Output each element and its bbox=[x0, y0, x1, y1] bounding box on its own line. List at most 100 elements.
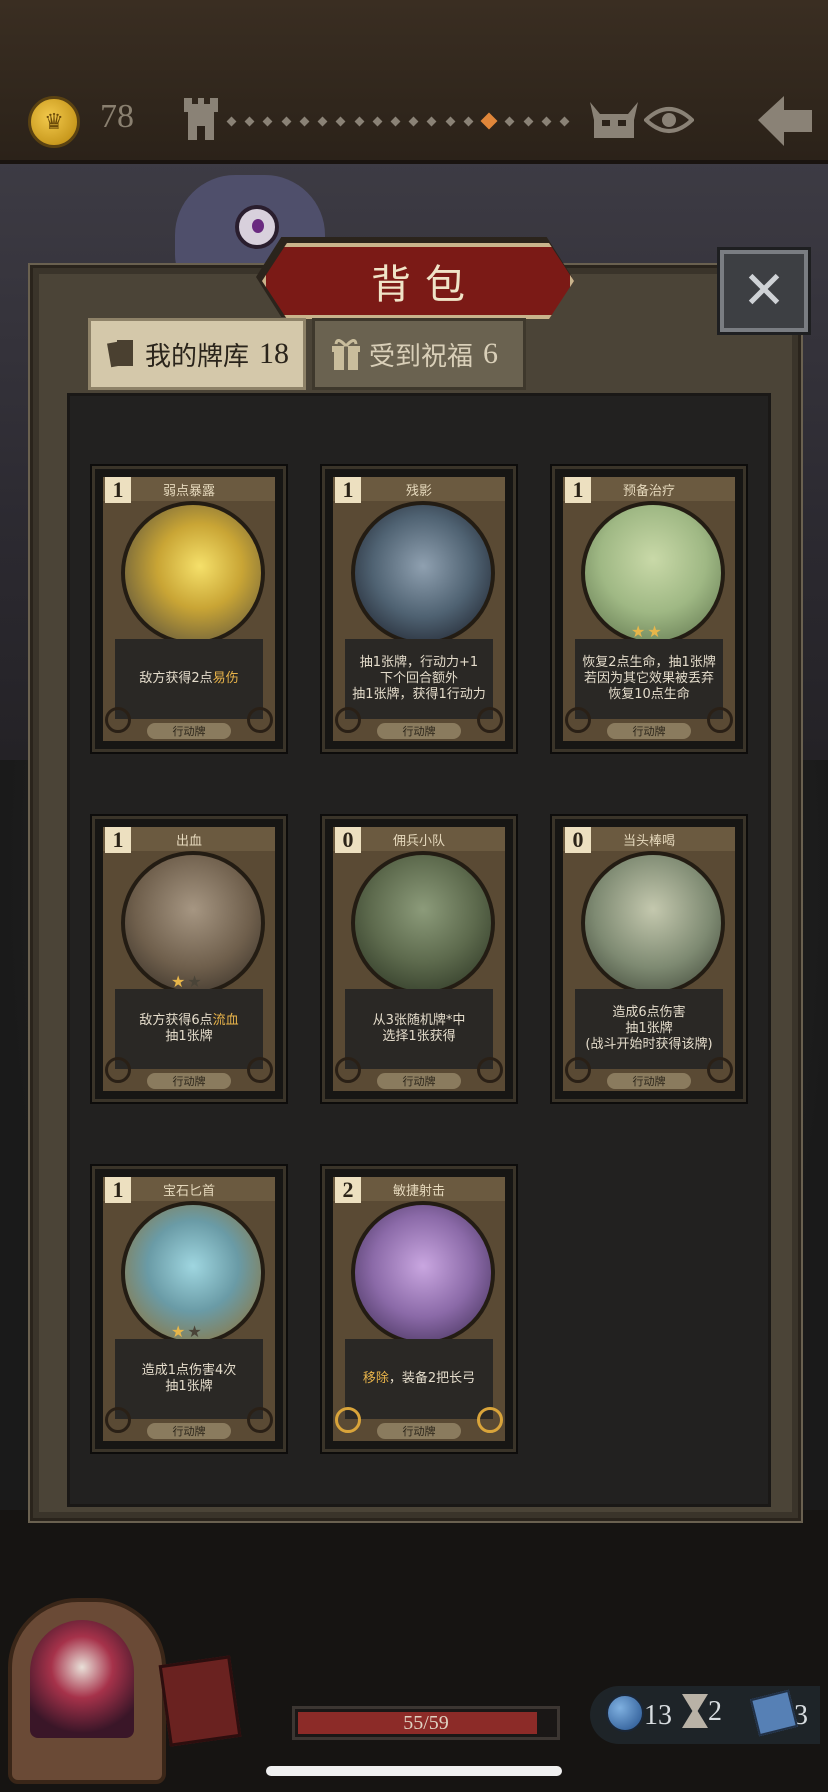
desc-text: 抽1张牌 bbox=[165, 1379, 213, 1394]
card-corner-ornament bbox=[105, 1057, 131, 1083]
hourglass-icon bbox=[682, 1694, 708, 1728]
card[interactable]: 敏捷射击 2 移除，装备2把长弓 行动牌 bbox=[322, 1166, 516, 1452]
map-node-current bbox=[480, 112, 498, 130]
deck-counter[interactable]: 3 bbox=[749, 1689, 808, 1737]
back-arrow-icon[interactable] bbox=[756, 94, 814, 148]
map-node bbox=[390, 116, 401, 126]
card-corner-ornament bbox=[105, 707, 131, 733]
desc-text: 若因为其它效果被丢弃 bbox=[583, 671, 714, 686]
card[interactable]: 出血 1 ★ ★ 敌方获得6点流血 抽1张牌 行动牌 bbox=[92, 816, 286, 1102]
tab-blessings[interactable]: 受到祝福 6 bbox=[312, 318, 526, 390]
card[interactable]: 当头棒喝 0 造成6点伤害 抽1张牌 (战斗开始时获得该牌) 行动牌 bbox=[552, 816, 746, 1102]
card-description-line: 抽1张牌 bbox=[142, 1379, 237, 1395]
map-node bbox=[281, 116, 292, 126]
card-description-line: 抽1张牌，获得1行动力 bbox=[352, 687, 486, 703]
desc-text: 造成1点伤害4次 bbox=[141, 1363, 237, 1378]
card-description-line: 恢复10点生命 bbox=[582, 687, 716, 703]
card-description: 造成6点伤害 抽1张牌 (战斗开始时获得该牌) bbox=[575, 989, 723, 1069]
card-description-line: 抽1张牌，行动力+1 bbox=[352, 655, 486, 671]
map-node bbox=[445, 116, 456, 126]
card-description-line: 造成6点伤害 bbox=[585, 1005, 712, 1021]
card-corner-ornament bbox=[247, 1407, 273, 1433]
card-description: 移除，装备2把长弓 bbox=[345, 1339, 493, 1419]
boss-skull-icon bbox=[590, 102, 638, 138]
crown-coin-icon: ♛ bbox=[28, 96, 80, 148]
card-description: 造成1点伤害4次 抽1张牌 bbox=[115, 1339, 263, 1419]
map-node bbox=[541, 116, 552, 126]
map-node bbox=[244, 116, 255, 126]
home-indicator bbox=[266, 1766, 562, 1776]
card-description-line: (战斗开始时获得该牌) bbox=[585, 1037, 712, 1053]
map-node bbox=[372, 116, 383, 126]
map-node bbox=[226, 116, 237, 126]
desc-text: 敌方获得6点 bbox=[139, 1013, 213, 1028]
card-type: 行动牌 bbox=[147, 1423, 231, 1439]
tab-blessings-label: 受到祝福 bbox=[369, 341, 474, 372]
card-cost: 2 bbox=[335, 1177, 361, 1203]
map-node bbox=[335, 116, 346, 126]
card-description-line: 敌方获得2点易伤 bbox=[139, 671, 238, 687]
desc-text: 从3张随机牌*中 bbox=[372, 1013, 466, 1028]
desc-text: 抽1张牌 bbox=[165, 1029, 213, 1044]
card-art bbox=[121, 501, 265, 645]
desc-text: 敌方获得2点 bbox=[139, 671, 213, 686]
card-art bbox=[351, 1201, 495, 1345]
map-node bbox=[354, 116, 364, 126]
background-creature-eye bbox=[235, 205, 279, 249]
card-corner-ornament bbox=[247, 1057, 273, 1083]
eye-icon[interactable] bbox=[644, 104, 694, 136]
deck-count: 3 bbox=[794, 1700, 808, 1731]
hp-bar: 55/59 bbox=[292, 1706, 560, 1740]
card-description-line: 抽1张牌 bbox=[139, 1029, 238, 1045]
card[interactable]: 宝石匕首 1 ★ ★ 造成1点伤害4次 抽1张牌 行动牌 bbox=[92, 1166, 286, 1452]
card-corner-ornament bbox=[335, 1407, 361, 1433]
card-description-line: 造成1点伤害4次 bbox=[142, 1363, 237, 1379]
card[interactable]: 残影 1 抽1张牌，行动力+1 下个回合额外 抽1张牌，获得1行动力 行动牌 bbox=[322, 466, 516, 752]
map-node bbox=[299, 116, 310, 126]
map-node bbox=[262, 116, 273, 126]
orb-counter[interactable]: 13 bbox=[606, 1694, 672, 1732]
tab-my-deck-label: 我的牌库 bbox=[145, 341, 250, 372]
desc-text: 造成6点伤害 bbox=[612, 1005, 686, 1020]
card-corner-ornament bbox=[477, 1057, 503, 1083]
card-cost: 0 bbox=[335, 827, 361, 853]
card[interactable]: 佣兵小队 0 从3张随机牌*中 选择1张获得 行动牌 bbox=[322, 816, 516, 1102]
orb-count: 13 bbox=[644, 1700, 672, 1731]
card-cost: 1 bbox=[565, 477, 591, 503]
hourglass-counter[interactable]: 2 bbox=[682, 1694, 722, 1728]
desc-text: 抽1张牌 bbox=[625, 1021, 673, 1036]
keyword-highlight: 移除 bbox=[362, 1371, 389, 1386]
card-description-line: 移除，装备2把长弓 bbox=[363, 1371, 475, 1387]
map-node bbox=[426, 116, 437, 126]
gift-icon bbox=[332, 339, 360, 370]
card-type: 行动牌 bbox=[377, 1423, 461, 1439]
card-description: 敌方获得2点易伤 bbox=[115, 639, 263, 719]
card-description-line: 抽1张牌 bbox=[585, 1021, 712, 1037]
card-type: 行动牌 bbox=[377, 723, 461, 739]
close-button[interactable]: ✕ bbox=[720, 250, 808, 332]
card-corner-ornament bbox=[565, 1057, 591, 1083]
card[interactable]: 预备治疗 1 ★ ★ 恢复2点生命，抽1张牌 若因为其它效果被丢弃 恢复10点生命 行动牌 bbox=[552, 466, 746, 752]
card-description-line: 敌方获得6点流血 bbox=[139, 1013, 238, 1029]
card-description: 抽1张牌，行动力+1 下个回合额外 抽1张牌，获得1行动力 bbox=[345, 639, 493, 719]
spellbook-icon[interactable] bbox=[158, 1655, 242, 1747]
desc-text: 抽1张牌，获得1行动力 bbox=[352, 687, 486, 702]
keyword-highlight: 流血 bbox=[212, 1013, 239, 1028]
desc-text: 恢复2点生命，抽1张牌 bbox=[582, 655, 716, 670]
card-type: 行动牌 bbox=[607, 723, 691, 739]
map-node bbox=[504, 116, 515, 126]
card-type: 行动牌 bbox=[607, 1073, 691, 1089]
card-corner-ornament bbox=[477, 707, 503, 733]
tab-my-deck[interactable]: 我的牌库 18 bbox=[88, 318, 306, 390]
card-description-line: 从3张随机牌*中 bbox=[373, 1013, 466, 1029]
card-description-line: 下个回合额外 bbox=[352, 671, 486, 687]
card-cost: 1 bbox=[105, 1177, 131, 1203]
card[interactable]: 弱点暴露 1 敌方获得2点易伤 行动牌 bbox=[92, 466, 286, 752]
card-art bbox=[351, 501, 495, 645]
card-art bbox=[581, 851, 725, 995]
card-description-line: 选择1张获得 bbox=[373, 1029, 466, 1045]
desc-text: ，装备2把长弓 bbox=[388, 1371, 476, 1386]
hero-portrait[interactable] bbox=[30, 1620, 134, 1738]
tab-my-deck-count: 18 bbox=[259, 337, 290, 370]
desc-text: (战斗开始时获得该牌) bbox=[585, 1037, 713, 1052]
